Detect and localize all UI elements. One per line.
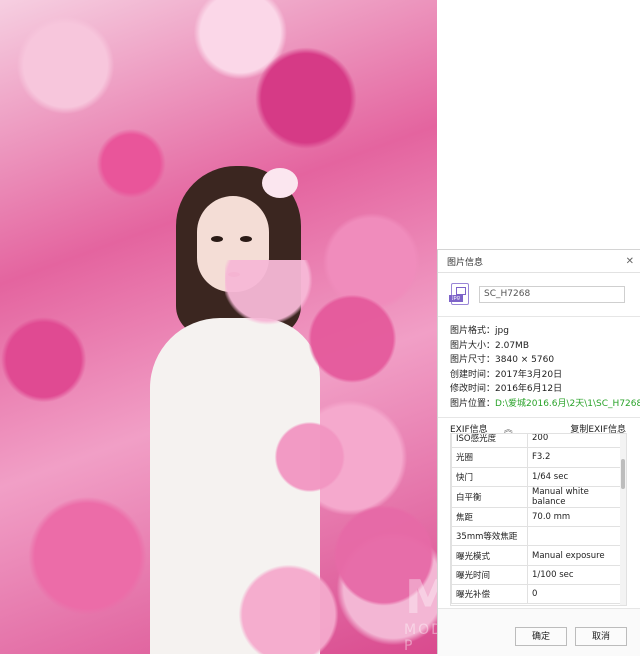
exif-key: 曝光补偿 bbox=[451, 584, 528, 605]
exif-key: 焦距 bbox=[451, 506, 528, 528]
exif-key: 曝光时间 bbox=[451, 564, 528, 586]
exif-key: 快门 bbox=[451, 466, 528, 487]
exif-value: Manual exposure bbox=[527, 545, 623, 566]
info-label: 图片尺寸： bbox=[450, 355, 496, 365]
ok-button[interactable]: 确定 bbox=[515, 627, 567, 646]
image-info-dialog: 图片信息 ✕ jpg 图片格式：jpg 图片大小：2.07MB 图片尺寸：384… bbox=[437, 249, 640, 656]
dialog-title: 图片信息 bbox=[447, 257, 484, 268]
info-label: 图片大小： bbox=[450, 340, 496, 351]
table-row: 曝光模式 Manual exposure bbox=[451, 545, 623, 566]
photo-watermark: M bbox=[405, 570, 437, 624]
info-value: 2016年6月12日 bbox=[495, 384, 563, 394]
info-modified: 修改时间：2016年6月12日 bbox=[450, 382, 640, 397]
table-row: 曝光补偿 0 bbox=[451, 584, 623, 605]
scrollbar-thumb[interactable] bbox=[621, 459, 625, 489]
table-row: 曝光时间 1/100 sec bbox=[451, 564, 623, 586]
exif-value: F3.2 bbox=[527, 447, 623, 468]
table-row: 焦距 70.0 mm bbox=[451, 506, 623, 528]
close-icon[interactable]: ✕ bbox=[626, 256, 634, 267]
info-format: 图片格式：jpg bbox=[450, 324, 640, 339]
exif-key: 白平衡 bbox=[451, 485, 528, 508]
exif-value: 200 bbox=[527, 434, 623, 449]
table-row: 35mm等效焦距 bbox=[451, 526, 623, 547]
dialog-footer: 确定 取消 bbox=[438, 608, 640, 656]
exif-value: Manual white balance bbox=[527, 485, 623, 508]
exif-value: 1/100 sec bbox=[527, 564, 623, 586]
table-row: ISO感光度 200 bbox=[451, 434, 623, 449]
exif-value: 1/64 sec bbox=[527, 466, 623, 487]
exif-value: 0 bbox=[527, 584, 623, 605]
photo-eye-left bbox=[211, 236, 223, 242]
image-file-icon: jpg bbox=[449, 283, 469, 305]
exif-key: 35mm等效焦距 bbox=[451, 526, 528, 547]
exif-value bbox=[527, 526, 623, 547]
file-path-link[interactable]: D:\爱城2016.6月\2天\1\SC_H7268.jpg bbox=[495, 399, 640, 409]
exif-key: 光圈 bbox=[451, 447, 528, 468]
info-dimensions: 图片尺寸：3840 × 5760 bbox=[450, 353, 640, 368]
info-label: 图片位置： bbox=[450, 398, 496, 409]
info-created: 创建时间：2017年3月20日 bbox=[450, 368, 640, 383]
info-location: 图片位置：D:\爱城2016.6月\2天\1\SC_H7268.jpg bbox=[450, 397, 640, 412]
table-row: 光圈 F3.2 bbox=[451, 447, 623, 468]
info-size: 图片大小：2.07MB bbox=[450, 339, 640, 354]
info-label: 创建时间： bbox=[450, 369, 496, 380]
photo-eye-right bbox=[240, 236, 252, 242]
file-name-input[interactable] bbox=[479, 285, 625, 303]
info-value: 2.07MB bbox=[495, 340, 529, 351]
info-label: 图片格式： bbox=[450, 326, 496, 336]
file-type-badge: jpg bbox=[449, 295, 463, 302]
info-value: jpg bbox=[495, 326, 509, 336]
image-file-picture bbox=[456, 287, 466, 295]
exif-table-container[interactable]: ISO感光度 200 光圈 F3.2 快门 1/64 sec 白平衡 Manual wh… bbox=[450, 433, 627, 606]
cancel-button[interactable]: 取消 bbox=[575, 627, 627, 646]
info-label: 修改时间： bbox=[450, 384, 496, 394]
table-row: 快门 1/64 sec bbox=[451, 466, 623, 487]
info-value: 2017年3月20日 bbox=[495, 369, 563, 380]
photo-watermark-sub: MODEL P bbox=[404, 622, 437, 654]
table-row: 白平衡 Manual white balance bbox=[451, 485, 623, 508]
exif-table: ISO感光度 200 光圈 F3.2 快门 1/64 sec 白平衡 Manual wh… bbox=[451, 434, 623, 605]
image-info-list: 图片格式：jpg 图片大小：2.07MB 图片尺寸：3840 × 5760 创建… bbox=[438, 317, 640, 411]
exif-key: 曝光模式 bbox=[451, 545, 528, 566]
exif-value: 70.0 mm bbox=[527, 506, 623, 528]
exif-scrollbar[interactable] bbox=[620, 434, 626, 605]
photo-preview: M MODEL P bbox=[0, 0, 437, 654]
exif-key: ISO感光度 bbox=[451, 434, 528, 449]
photo-hair-flower bbox=[262, 168, 298, 198]
file-name-row: jpg bbox=[438, 273, 640, 307]
dialog-title-bar[interactable]: 图片信息 ✕ bbox=[438, 250, 640, 273]
info-value: 3840 × 5760 bbox=[495, 355, 555, 365]
